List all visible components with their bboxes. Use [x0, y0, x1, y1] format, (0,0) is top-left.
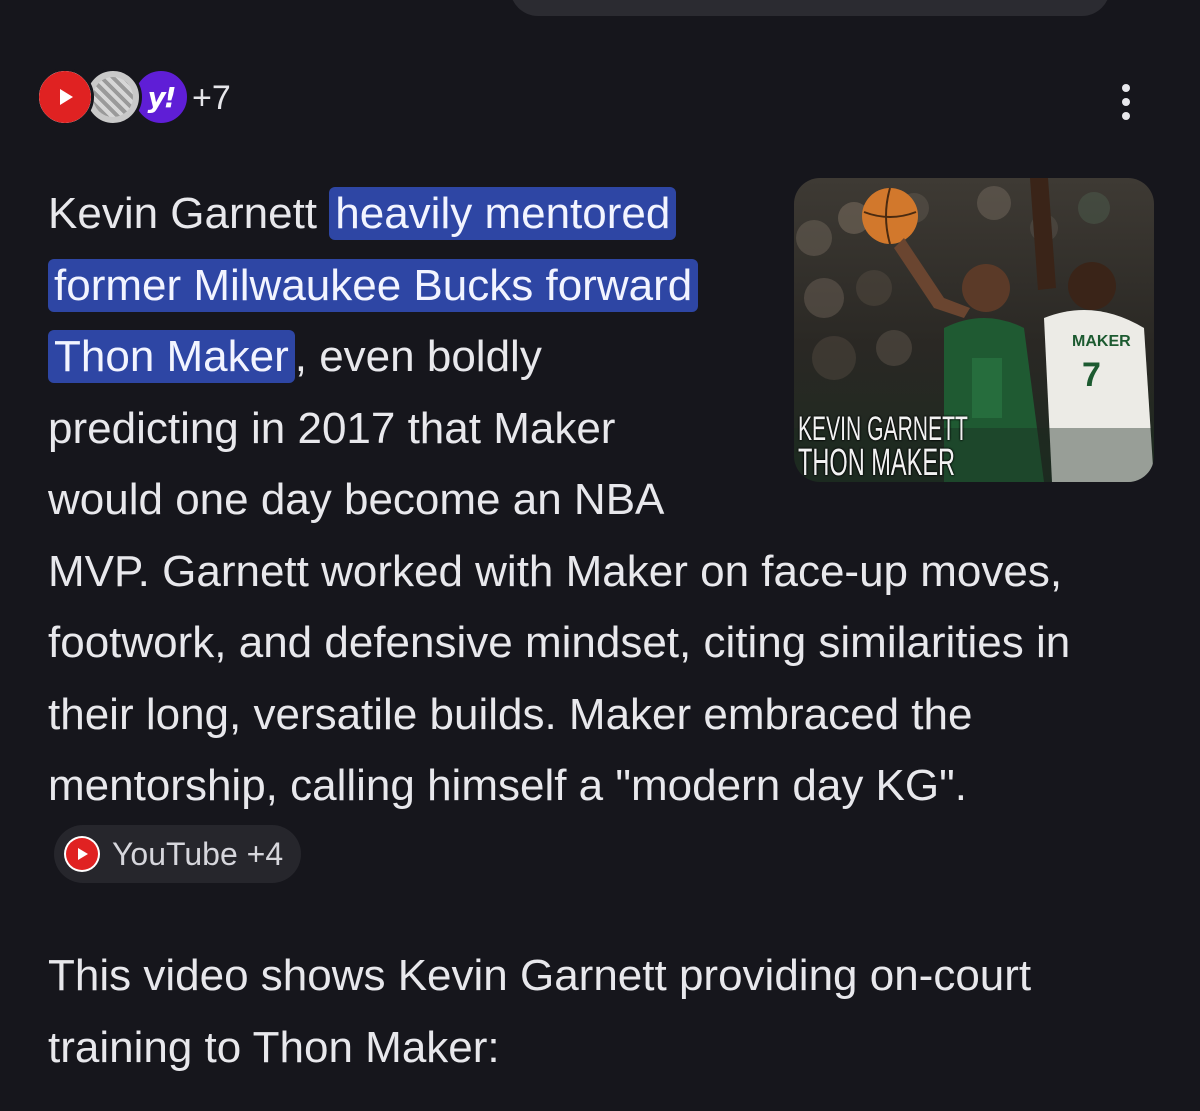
play-icon [78, 847, 88, 860]
play-icon [60, 89, 73, 105]
source-chip[interactable]: YouTube +4 [54, 824, 302, 883]
youtube-icon [36, 68, 94, 126]
video-intro-paragraph: This video shows Kevin Garnett providing… [48, 951, 1032, 1072]
source-favicons[interactable]: y! [36, 66, 190, 130]
search-bar[interactable] [510, 0, 1110, 16]
source-chip-label: YouTube +4 [112, 835, 284, 872]
more-options-icon[interactable] [1104, 78, 1148, 126]
sources-row[interactable]: y! +7 [36, 66, 231, 130]
youtube-icon [64, 835, 100, 872]
more-sources-count[interactable]: +7 [192, 79, 231, 118]
answer-lead-text: Kevin Garnett [48, 189, 330, 238]
answer-paragraph: Kevin Garnett heavily mentored former Mi… [48, 178, 1158, 893]
